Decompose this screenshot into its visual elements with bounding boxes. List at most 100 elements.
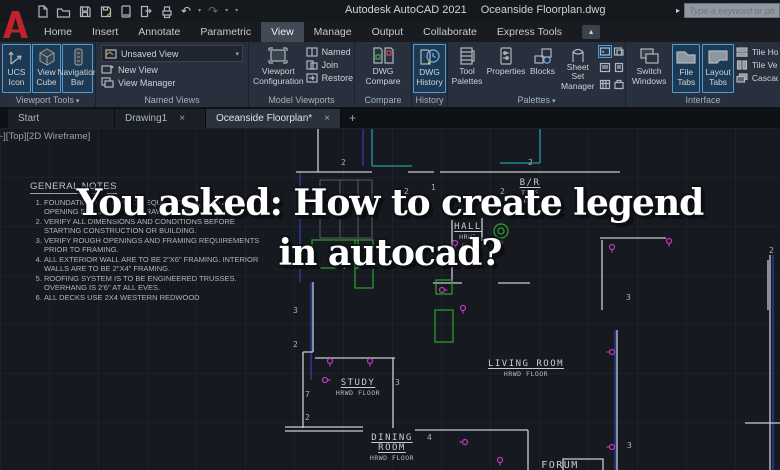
join-viewports-icon xyxy=(305,60,318,70)
save-as-icon[interactable] xyxy=(99,4,113,19)
panel-title-interface[interactable]: Interface xyxy=(626,93,780,107)
join-viewports-button[interactable]: Join xyxy=(305,60,354,70)
named-viewports-button[interactable]: Named xyxy=(305,47,354,57)
view-combo-icon xyxy=(105,48,117,59)
plot-icon[interactable] xyxy=(120,4,132,19)
panel-title-compare[interactable]: Compare xyxy=(355,93,411,107)
sheet-set-manager-button[interactable]: Sheet Set Manager xyxy=(559,44,597,93)
file-tab-start[interactable]: Start xyxy=(8,109,115,128)
tab-express-tools[interactable]: Express Tools xyxy=(487,22,572,42)
headline-overlay: You asked: How to create legend in autoc… xyxy=(15,178,765,278)
file-tabs-icon xyxy=(676,51,696,64)
panel-palettes: Tool Palettes Properties Blocks Sheet Set… xyxy=(448,42,626,107)
plan-number: 2 xyxy=(305,413,310,422)
file-tabs-button[interactable]: File Tabs xyxy=(672,44,701,93)
tab-insert[interactable]: Insert xyxy=(82,22,128,42)
panel-title-named-views[interactable]: Named Views xyxy=(96,93,248,107)
ribbon-tab-bar: Home Insert Annotate Parametric View Man… xyxy=(0,22,780,42)
view-manager-button[interactable]: View Manager xyxy=(101,77,243,88)
navigation-bar-icon xyxy=(74,48,82,66)
tile-vertically-icon xyxy=(736,60,747,70)
viewport-controls[interactable]: -][Top][2D Wireframe] xyxy=(0,131,90,142)
tile-vertically-button[interactable]: Tile Vertically xyxy=(736,60,778,70)
panel-history: DWG History History xyxy=(412,42,448,107)
calculator-icon[interactable] xyxy=(613,62,625,73)
restore-viewports-button[interactable]: Restore xyxy=(305,73,353,83)
panel-compare: DWG Compare Compare xyxy=(355,42,412,107)
count-icon[interactable] xyxy=(599,79,611,90)
dwg-compare-icon xyxy=(373,47,394,64)
qat-customize-icon[interactable]: ▾ xyxy=(235,3,238,19)
open-folder-icon[interactable] xyxy=(56,4,71,19)
restore-viewports-icon xyxy=(305,73,318,83)
cascade-button[interactable]: Cascade xyxy=(736,73,778,83)
undo-icon[interactable]: ↶ xyxy=(181,3,191,19)
room-label-forum: FORUM xyxy=(541,460,579,470)
autocad-logo[interactable] xyxy=(2,9,30,39)
redo-icon[interactable]: ↷ xyxy=(208,3,218,19)
help-search-input[interactable] xyxy=(684,3,780,18)
new-tab-icon[interactable]: + xyxy=(349,109,356,128)
room-label-living-room: LIVING ROOM HRWD FLOOR xyxy=(487,359,565,378)
quick-access-toolbar: ↶ ▾ ↷ ▾ ▾ xyxy=(36,3,238,19)
plan-number: 2 xyxy=(528,158,533,167)
panel-interface: Switch Windows File Tabs Layout Tabs Tile H… xyxy=(626,42,780,107)
markup-icon[interactable] xyxy=(599,62,611,73)
close-icon[interactable]: × xyxy=(179,109,185,128)
drawing-canvas[interactable]: -][Top][2D Wireframe] GENERAL NOTES FOUN… xyxy=(0,128,780,470)
tab-parametric[interactable]: Parametric xyxy=(190,22,261,42)
tool-palettes-button[interactable]: Tool Palettes xyxy=(450,44,484,93)
headline-line2: in autocad? xyxy=(278,232,502,274)
navigation-bar-button[interactable]: Navigation Bar xyxy=(57,44,95,93)
basket-icon[interactable] xyxy=(613,79,625,90)
file-tab-drawing1[interactable]: Drawing1 × xyxy=(115,109,206,128)
print-icon[interactable] xyxy=(159,4,174,19)
view-combo[interactable]: Unsaved View ▾ xyxy=(101,45,243,62)
command-line-icon[interactable] xyxy=(597,45,612,58)
tab-output[interactable]: Output xyxy=(362,22,414,42)
panel-title-viewport-tools[interactable]: Viewport Tools ▾ xyxy=(0,93,95,107)
new-file-icon[interactable] xyxy=(36,4,49,19)
dwg-compare-button[interactable]: DWG Compare xyxy=(360,44,406,93)
file-tab-bar: Start Drawing1 × Oceanside Floorplan* × … xyxy=(0,107,780,128)
panel-title-palettes[interactable]: Palettes ▾ xyxy=(448,93,625,107)
layer-palette-icon[interactable] xyxy=(613,46,625,57)
tab-manage[interactable]: Manage xyxy=(304,22,362,42)
viewport-configuration-button[interactable]: Viewport Configuration xyxy=(251,44,306,93)
tab-annotate[interactable]: Annotate xyxy=(128,22,190,42)
panel-viewport-tools: UCS Icon View Cube Navigation Bar Viewport … xyxy=(0,42,96,107)
panel-title-model-viewports[interactable]: Model Viewports xyxy=(249,93,354,107)
new-view-button[interactable]: New View xyxy=(101,64,243,75)
close-icon[interactable]: × xyxy=(324,109,330,128)
properties-icon xyxy=(500,47,512,65)
ribbon-collapse-icon[interactable]: ▲ xyxy=(582,25,601,39)
layout-tabs-button[interactable]: Layout Tabs xyxy=(702,44,734,93)
undo-dropdown-icon[interactable]: ▾ xyxy=(198,3,201,19)
tool-palettes-icon xyxy=(460,47,475,65)
tab-view[interactable]: View xyxy=(261,22,304,42)
dwg-history-button[interactable]: DWG History xyxy=(413,44,446,93)
switch-windows-button[interactable]: Switch Windows xyxy=(628,44,670,93)
search-toggle-icon[interactable]: ▸ xyxy=(676,6,680,15)
save-icon[interactable] xyxy=(78,4,92,19)
redo-dropdown-icon[interactable]: ▾ xyxy=(225,3,228,19)
panel-named-views: Unsaved View ▾ New View View Manager Nam… xyxy=(96,42,249,107)
tab-collaborate[interactable]: Collaborate xyxy=(413,22,487,42)
panel-title-history[interactable]: History xyxy=(412,93,447,107)
plan-number: 3 xyxy=(627,441,632,450)
plan-number: 3 xyxy=(626,293,631,302)
blocks-icon xyxy=(533,48,552,64)
viewport-configuration-icon xyxy=(268,47,288,64)
ucs-icon-button[interactable]: UCS Icon xyxy=(2,44,31,93)
layout-tabs-icon xyxy=(708,50,728,64)
file-tab-oceanside-floorplan[interactable]: Oceanside Floorplan* × xyxy=(206,109,342,128)
dwg-history-icon xyxy=(419,49,440,65)
tile-horizontally-icon xyxy=(736,47,748,57)
properties-button[interactable]: Properties xyxy=(486,44,526,93)
export-icon[interactable] xyxy=(139,4,152,19)
tab-home[interactable]: Home xyxy=(34,22,82,42)
tile-horizontally-button[interactable]: Tile Horizontally xyxy=(736,47,778,57)
plan-number: 2 xyxy=(769,246,774,255)
title-bar: ↶ ▾ ↷ ▾ ▾ Autodesk AutoCAD 2021 Oceanside… xyxy=(0,0,780,23)
blocks-button[interactable]: Blocks xyxy=(528,44,557,93)
